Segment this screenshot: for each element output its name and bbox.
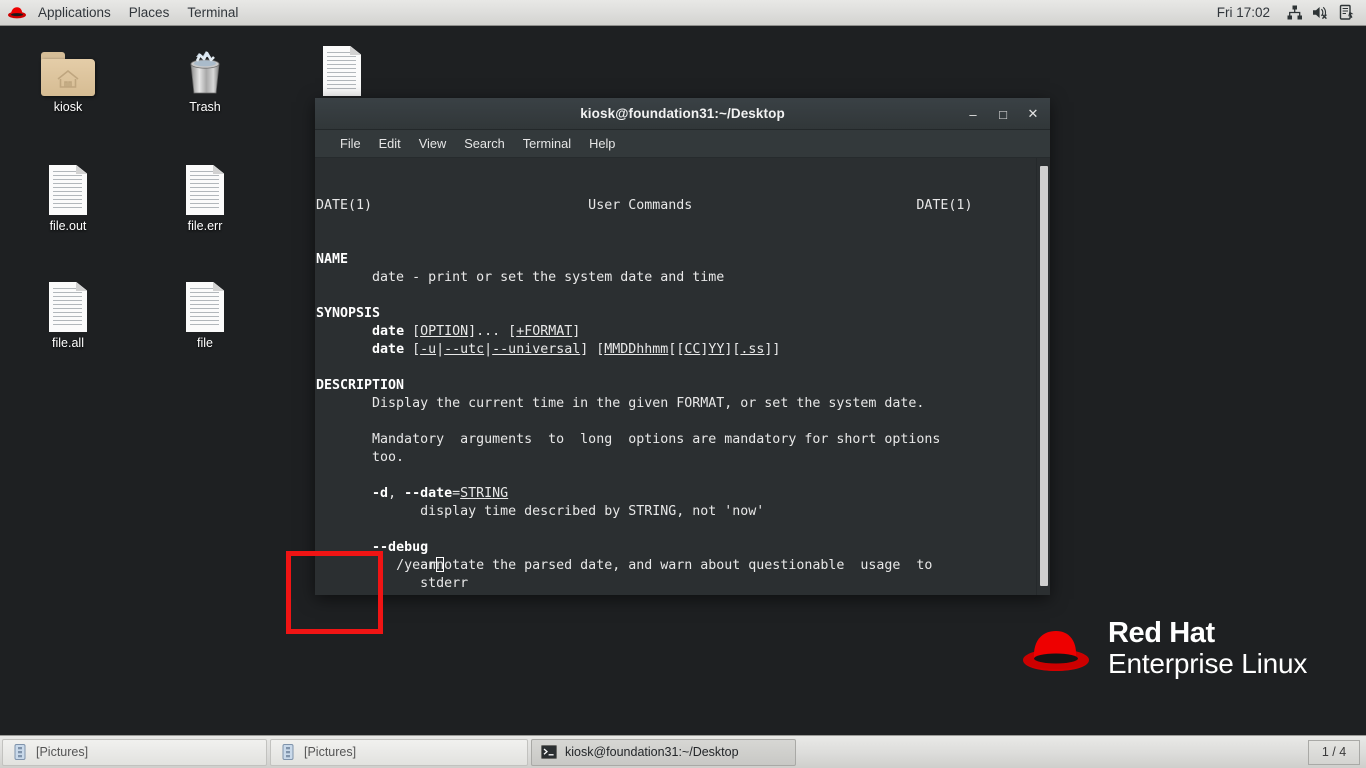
desktop-icon-file-all[interactable]: file.all <box>20 272 116 351</box>
text-document-icon <box>294 36 390 96</box>
search-prompt-text: /year <box>396 558 437 573</box>
places-menu[interactable]: Places <box>120 0 179 26</box>
taskbar-item-pictures-2[interactable]: [Pictures] <box>270 738 528 766</box>
archive-icon <box>279 743 297 761</box>
scrollbar-thumb[interactable] <box>1040 166 1048 586</box>
terminal-icon <box>540 743 558 761</box>
minimize-button[interactable]: – <box>966 107 980 122</box>
text-document-icon <box>157 272 253 332</box>
taskbar-item-label: [Pictures] <box>304 745 357 759</box>
terminal-window[interactable]: kiosk@foundation31:~/Desktop – □ ✕ File … <box>315 98 1050 595</box>
taskbar-item-terminal[interactable]: kiosk@foundation31:~/Desktop <box>531 738 796 766</box>
man-page-content: DATE(1) User Commands DATE(1) NAME date … <box>315 158 1036 595</box>
man-page-line: Display the current time in the given FO… <box>316 396 925 411</box>
applications-menu[interactable]: Applications <box>29 0 120 26</box>
workspace-label: 1 / 4 <box>1321 745 1347 759</box>
man-page-line: date [-u|--utc|--universal] [MMDDhhmm[[C… <box>372 342 781 357</box>
menu-terminal[interactable]: Terminal <box>514 130 580 158</box>
desktop-icon-label: file.err <box>187 219 223 233</box>
man-page-line <box>316 287 1036 305</box>
man-page-line: date [OPTION]... [+FORMAT] <box>372 324 581 339</box>
man-page-line: date - print or set the system date and … <box>316 270 725 285</box>
menu-file[interactable]: File <box>331 130 370 158</box>
terminal-body[interactable]: DATE(1) User Commands DATE(1) NAME date … <box>315 158 1050 595</box>
man-page-line: DESCRIPTION <box>316 378 405 393</box>
text-cursor <box>436 557 445 572</box>
menu-edit[interactable]: Edit <box>370 130 410 158</box>
archive-icon <box>11 743 29 761</box>
maximize-button[interactable]: □ <box>996 107 1010 122</box>
terminal-title-bar[interactable]: kiosk@foundation31:~/Desktop – □ ✕ <box>315 98 1050 130</box>
network-icon[interactable] <box>1282 0 1306 26</box>
man-page-line: too. <box>316 450 405 465</box>
man-page-line: Mandatory arguments to long options are … <box>316 432 941 447</box>
home-folder-icon <box>20 36 116 96</box>
man-page-line <box>316 593 1036 595</box>
brand-line-1: Red Hat <box>1108 617 1215 649</box>
desktop-icon-label: file.out <box>49 219 87 233</box>
window-controls: – □ ✕ <box>966 98 1040 130</box>
man-page-line: -d, --date=STRING <box>372 486 509 501</box>
man-page-line <box>316 467 1036 485</box>
text-document-icon <box>20 272 116 332</box>
desktop-icon-file-out[interactable]: file.out <box>20 155 116 234</box>
desktop-icon-label: kiosk <box>53 100 83 114</box>
rhel-branding: Red Hat Enterprise Linux <box>1018 617 1308 680</box>
man-page-line: SYNOPSIS <box>316 306 381 321</box>
power-manager-icon[interactable] <box>1334 0 1358 26</box>
panel-tray: Fri 17:02 <box>1207 0 1366 26</box>
trash-icon <box>157 36 253 96</box>
terminal-scrollbar[interactable] <box>1036 158 1050 595</box>
man-page-line: display time described by STRING, not 'n… <box>316 504 765 519</box>
home-glyph-icon <box>57 69 79 88</box>
search-prompt[interactable]: /year <box>315 539 445 593</box>
taskbar-item-label: kiosk@foundation31:~/Desktop <box>565 745 739 759</box>
text-document-icon <box>20 155 116 215</box>
close-button[interactable]: ✕ <box>1026 106 1040 121</box>
taskbar-item-pictures-1[interactable]: [Pictures] <box>2 738 267 766</box>
desktop-icon-label: file <box>197 336 213 350</box>
terminal-menu[interactable]: Terminal <box>178 0 247 26</box>
panel-menu-group: Applications Places Terminal <box>29 0 247 26</box>
desktop-icon-trash[interactable]: Trash <box>157 36 253 115</box>
menu-view[interactable]: View <box>410 130 456 158</box>
man-page-line <box>316 413 1036 431</box>
menu-help[interactable]: Help <box>580 130 624 158</box>
clock[interactable]: Fri 17:02 <box>1207 5 1280 20</box>
redhat-fedora-icon <box>1023 630 1089 671</box>
text-document-icon <box>157 155 253 215</box>
desktop-icon-file[interactable]: file <box>157 272 253 351</box>
menu-search[interactable]: Search <box>455 130 514 158</box>
volume-muted-icon[interactable] <box>1308 0 1332 26</box>
man-page-line <box>316 521 1036 539</box>
terminal-menu-bar: File Edit View Search Terminal Help <box>315 130 1050 158</box>
top-panel: Applications Places Terminal Fri 17:02 <box>0 0 1366 26</box>
redhat-logo-icon[interactable] <box>6 2 28 24</box>
taskbar: [Pictures] [Pictures] kiosk@foundation31… <box>0 735 1366 768</box>
desktop-icon-kiosk[interactable]: kiosk <box>20 36 116 115</box>
workspace-switcher[interactable]: 1 / 4 <box>1308 739 1360 765</box>
brand-line-2: Enterprise Linux <box>1108 648 1308 680</box>
man-page-line: NAME <box>316 252 349 267</box>
desktop-icon-label: Trash <box>189 100 221 114</box>
desktop-screen: Applications Places Terminal Fri 17:02 k… <box>0 0 1366 768</box>
taskbar-item-label: [Pictures] <box>36 745 89 759</box>
window-title: kiosk@foundation31:~/Desktop <box>580 106 785 121</box>
desktop-icon-file-err[interactable]: file.err <box>157 155 253 234</box>
man-page-line <box>316 359 1036 377</box>
desktop-icon-unlabeled[interactable] <box>294 36 390 100</box>
desktop-icon-label: file.all <box>52 336 84 350</box>
man-page-header: DATE(1) User Commands DATE(1) <box>316 198 973 213</box>
